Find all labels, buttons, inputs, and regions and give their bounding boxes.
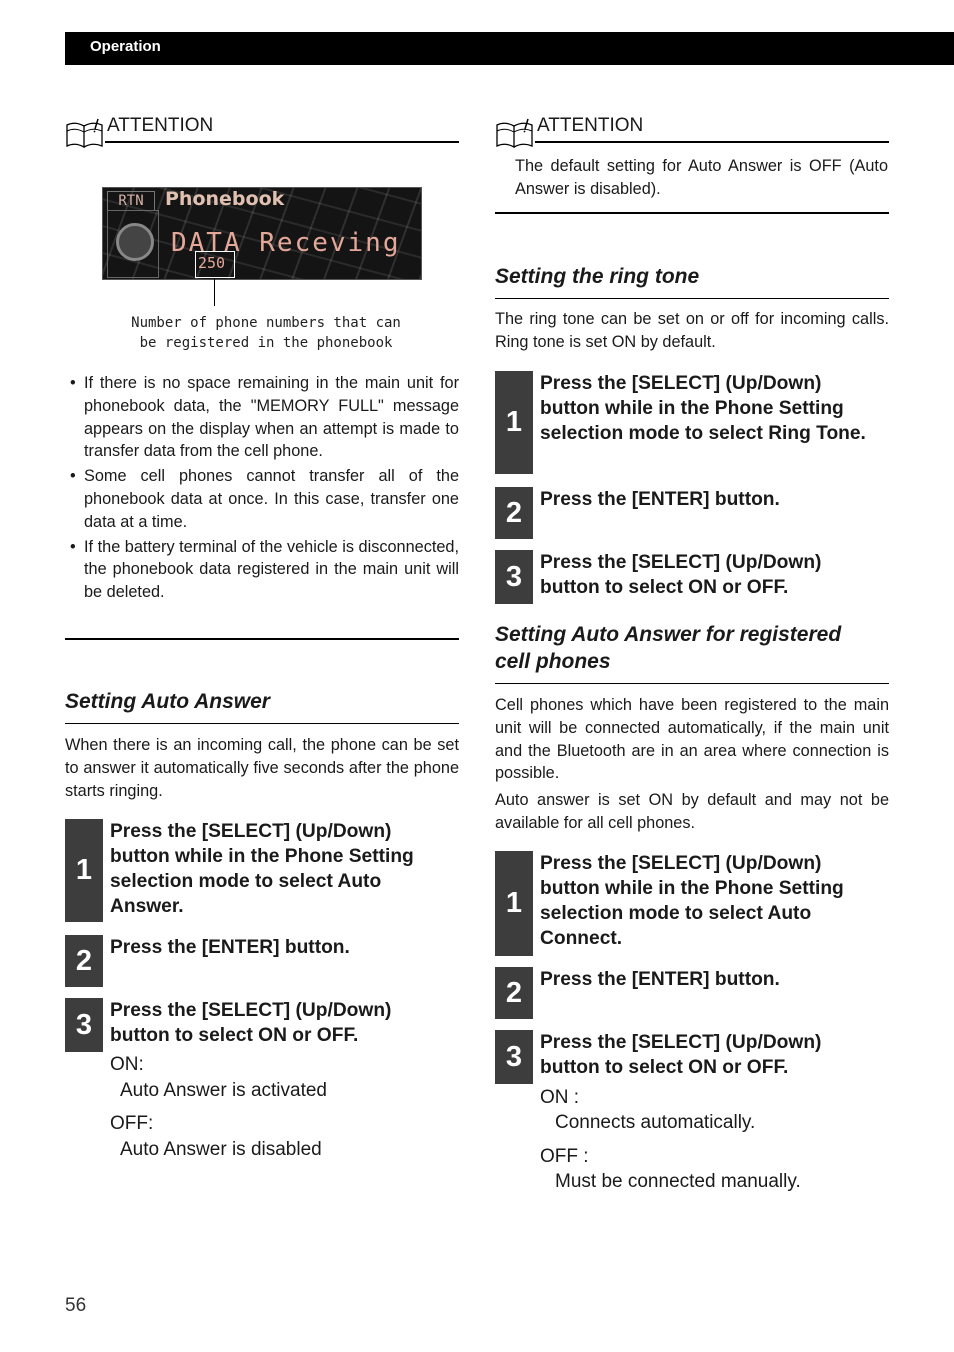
attention-label: ATTENTION: [107, 115, 214, 136]
attention-text: The default setting for Auto Answer is O…: [515, 157, 888, 198]
book-attention-icon: [496, 118, 533, 149]
dial-icon: [116, 223, 154, 261]
section-title: Operation: [90, 38, 161, 55]
step-text: Press the [SELECT] (Up/Down) button whil…: [540, 373, 866, 444]
heading-rule: [65, 723, 459, 724]
step-text: Press the [SELECT] (Up/Down) button to s…: [540, 552, 822, 598]
page-number: 56: [65, 1295, 87, 1316]
auto-connect-note: Auto answer is set ON by default and may…: [495, 791, 889, 832]
attention-end-rule: [65, 638, 459, 640]
ring-tone-intro: The ring tone can be set on or off for i…: [495, 310, 889, 351]
option-off-desc: Must be connected manually.: [555, 1171, 801, 1192]
display-title: Phonebook: [165, 188, 285, 210]
attention-box-right: ATTENTION: [495, 115, 889, 149]
step-number: 3: [495, 550, 533, 604]
bullet-item: If the battery terminal of the vehicle i…: [65, 536, 459, 604]
heading-auto-connect: Setting Auto Answer for registered cell …: [495, 623, 842, 673]
attention-label: ATTENTION: [537, 115, 644, 136]
step-text: Press the [SELECT] (Up/Down) button whil…: [110, 821, 414, 917]
heading-ring-tone: Setting the ring tone: [495, 265, 700, 288]
step-number: 2: [495, 967, 533, 1019]
book-attention-icon: [66, 118, 103, 149]
step-number: 1: [65, 819, 103, 922]
step-number: 2: [495, 487, 533, 539]
attention-box-left: ATTENTION: [65, 115, 459, 149]
option-on-label: ON :: [540, 1087, 580, 1108]
step-text: Press the [SELECT] (Up/Down) button whil…: [540, 853, 844, 949]
option-off-label: OFF:: [110, 1113, 154, 1134]
option-off-desc: Auto Answer is disabled: [120, 1139, 322, 1160]
step-number: 1: [495, 851, 533, 956]
option-on-desc: Connects automatically.: [555, 1112, 756, 1133]
step-text: Press the [SELECT] (Up/Down) button to s…: [540, 1032, 822, 1078]
step-text: Press the [ENTER] button.: [110, 937, 350, 958]
step-text: Press the [ENTER] button.: [540, 969, 780, 990]
step-number: 1: [495, 371, 533, 474]
option-on-label: ON:: [110, 1054, 144, 1075]
phonebook-display-image: RTN Phonebook DATA Receving 250: [102, 187, 422, 280]
step-number: 2: [65, 935, 103, 987]
display-icon-box: [107, 210, 159, 278]
section-header-bar: Operation: [65, 32, 954, 65]
attention-bullet-list: If there is no space remaining in the ma…: [65, 372, 459, 606]
step-text: Press the [SELECT] (Up/Down) button to s…: [110, 1000, 392, 1046]
auto-answer-intro: When there is an incoming call, the phon…: [65, 736, 459, 800]
heading-rule: [495, 683, 889, 684]
bullet-item: If there is no space remaining in the ma…: [65, 372, 459, 463]
step-number: 3: [65, 998, 103, 1052]
heading-rule: [495, 298, 889, 299]
option-off-label: OFF :: [540, 1146, 589, 1167]
display-caption: Number of phone numbers that can be regi…: [131, 315, 401, 351]
step-text: Press the [ENTER] button.: [540, 489, 780, 510]
step-number: 3: [495, 1030, 533, 1084]
display-count-highlight: [195, 251, 235, 278]
display-rtn: RTN: [107, 191, 155, 211]
bullet-item: Some cell phones cannot transfer all of …: [65, 465, 459, 533]
attention-rule: [535, 141, 889, 143]
attention-rule: [105, 141, 459, 143]
callout-line: [214, 279, 215, 306]
attention-end-rule: [495, 212, 889, 214]
heading-setting-auto-answer: Setting Auto Answer: [65, 690, 270, 713]
auto-connect-intro: Cell phones which have been registered t…: [495, 696, 889, 783]
option-on-desc: Auto Answer is activated: [120, 1080, 327, 1101]
